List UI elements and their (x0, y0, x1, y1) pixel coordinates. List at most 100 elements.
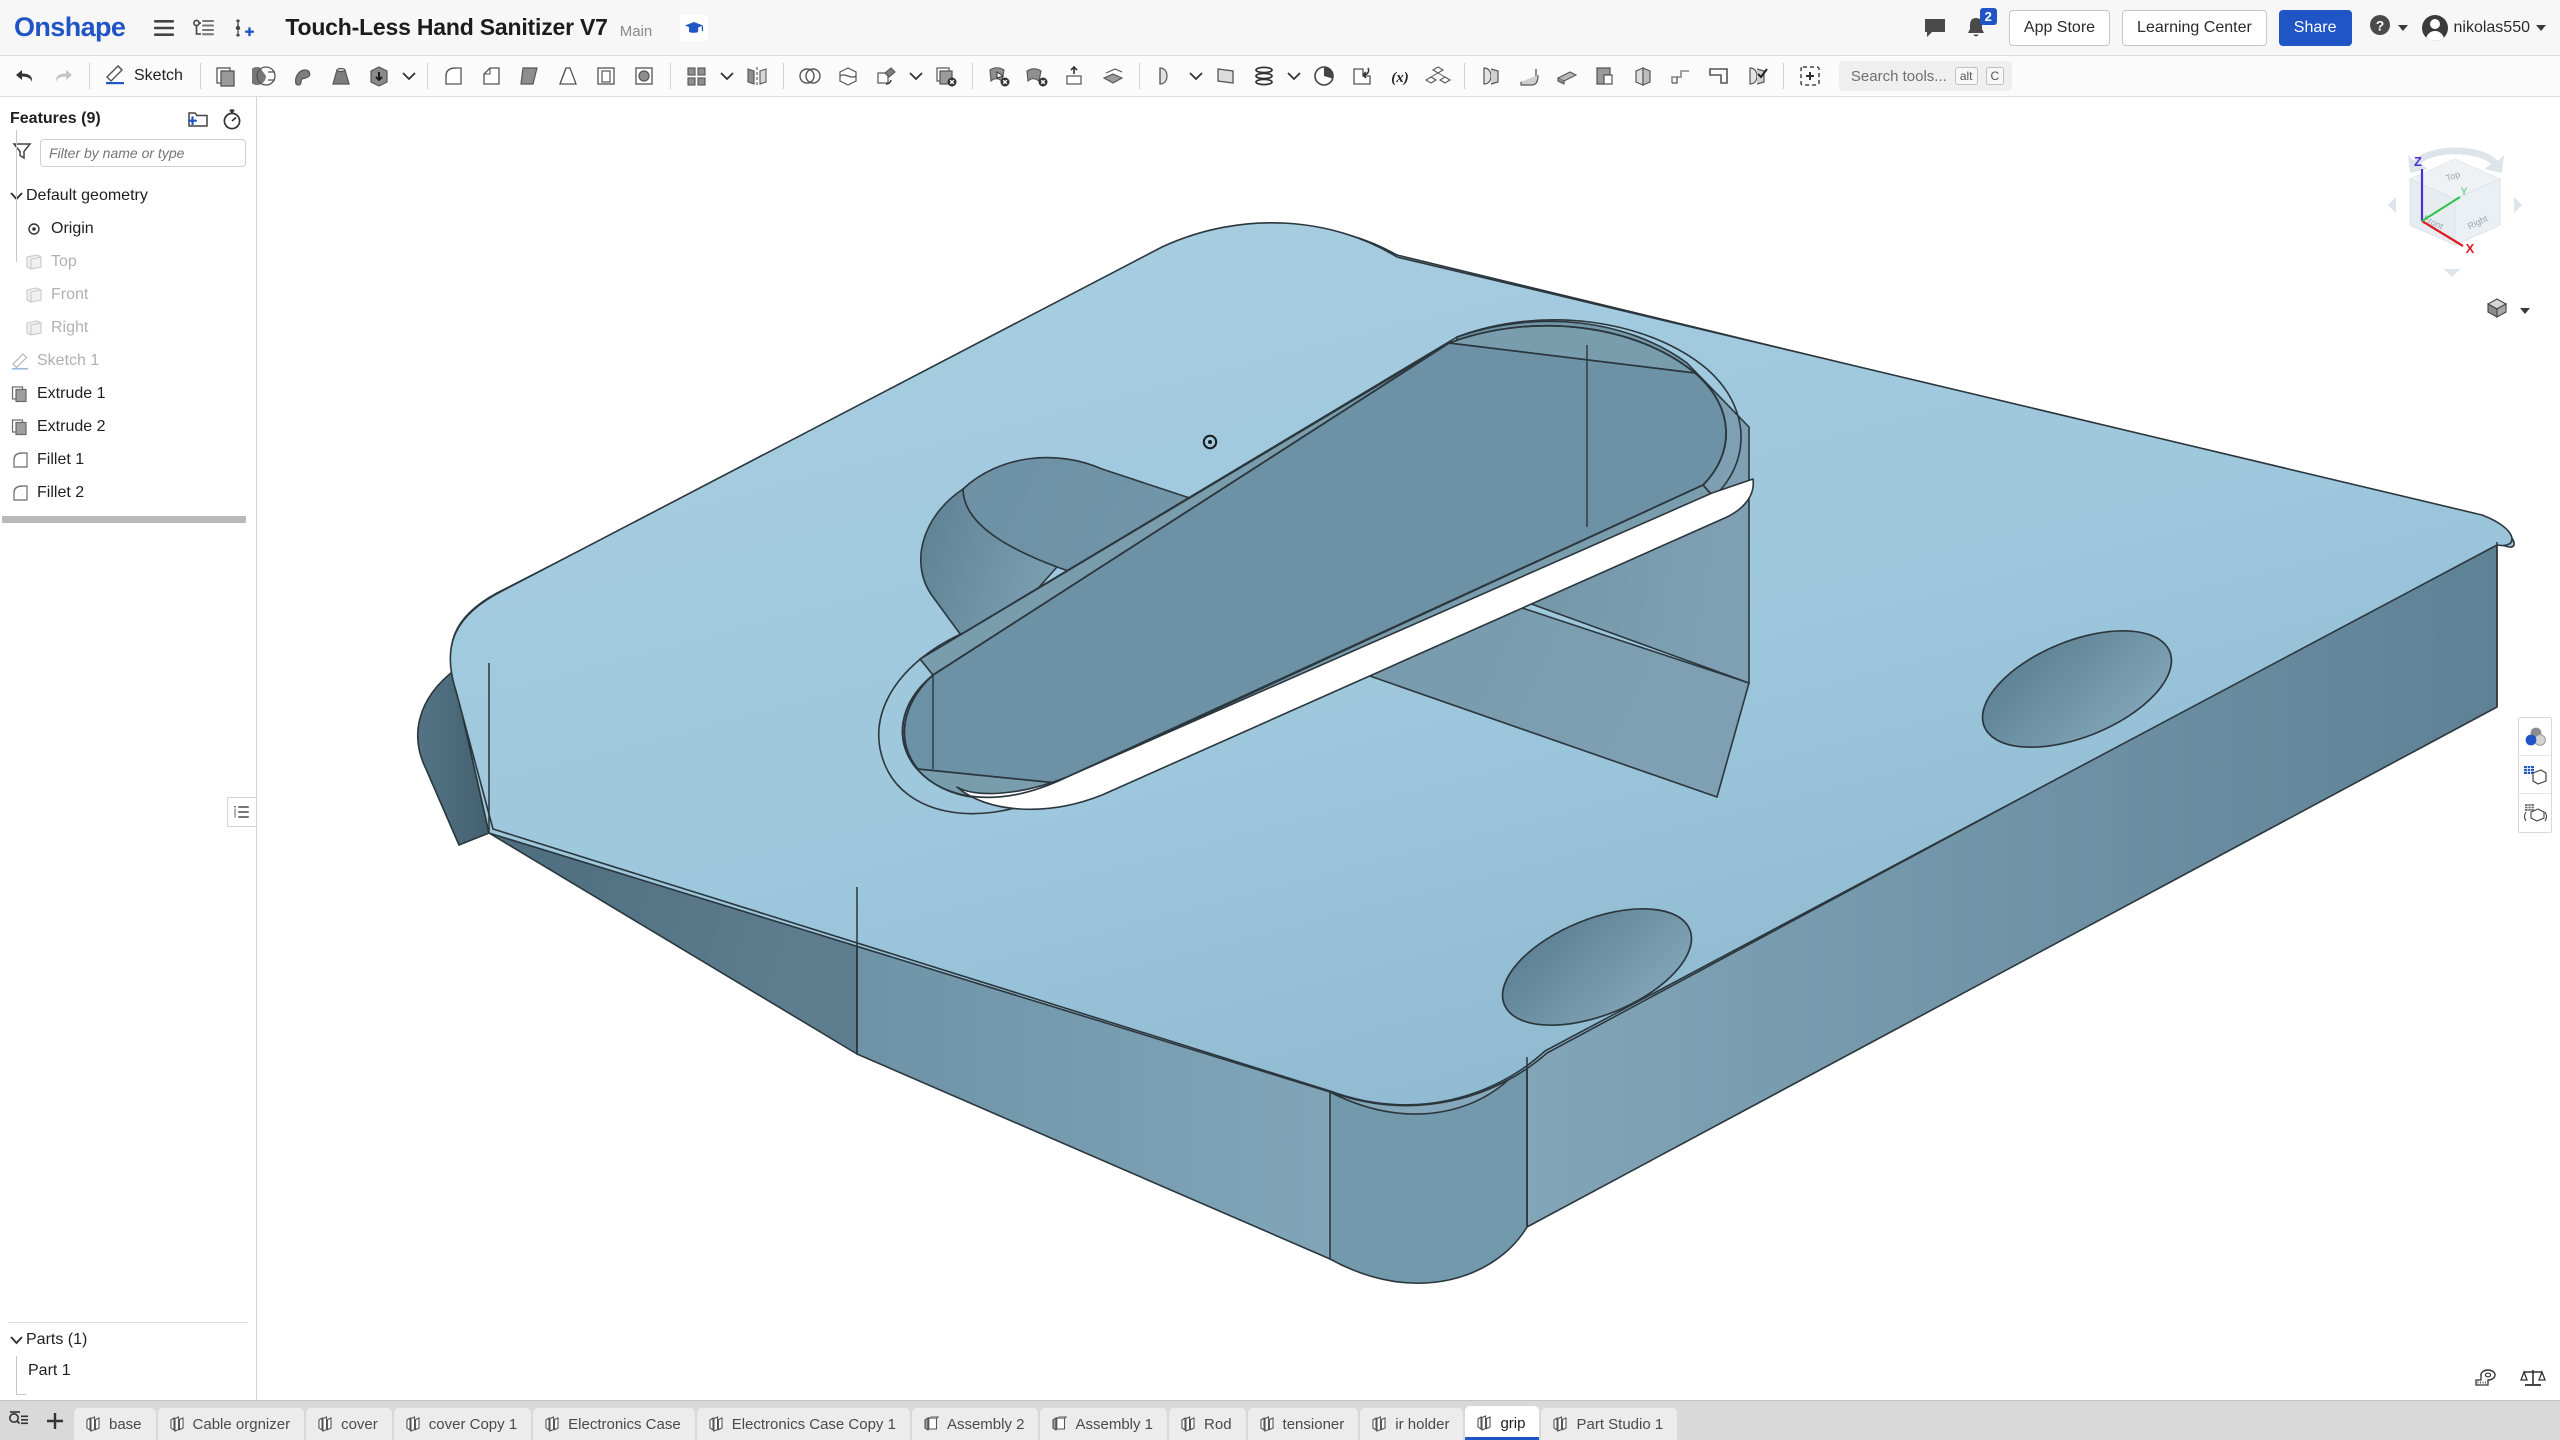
hamburger-menu-icon[interactable] (147, 11, 181, 45)
document-tab[interactable]: Part Studio 1 (1541, 1408, 1677, 1440)
feature-node-origin[interactable]: Origin (0, 212, 256, 245)
chamfer-icon[interactable] (473, 58, 511, 94)
chevron-down-icon[interactable] (1185, 58, 1207, 94)
tab-icon[interactable] (1586, 58, 1624, 94)
thicken-icon[interactable] (360, 58, 398, 94)
appearance-spheres-icon[interactable] (2519, 718, 2551, 756)
fold-icon[interactable] (1624, 58, 1662, 94)
pie-chart-icon[interactable] (1305, 58, 1343, 94)
document-tab[interactable]: cover (306, 1408, 392, 1440)
loft-icon[interactable] (322, 58, 360, 94)
app-store-button[interactable]: App Store (2009, 10, 2110, 46)
rollback-timer-icon[interactable] (220, 107, 244, 131)
transform-icon[interactable] (867, 58, 905, 94)
undo-arrow-icon[interactable] (6, 58, 44, 94)
panel-list-toggle-icon[interactable] (227, 797, 257, 827)
document-tab[interactable]: ir holder (1360, 1408, 1463, 1440)
variable-icon[interactable]: (x) (1381, 58, 1419, 94)
shell-icon[interactable] (587, 58, 625, 94)
explode-view-icon[interactable] (2519, 794, 2551, 832)
feature-node-right[interactable]: Right (0, 311, 256, 344)
document-tab[interactable]: Electronics Case (533, 1408, 695, 1440)
learning-center-button[interactable]: Learning Center (2122, 10, 2267, 46)
import-derived-icon[interactable] (1343, 58, 1381, 94)
document-tab[interactable]: Assembly 2 (912, 1408, 1039, 1440)
feature-filter-input[interactable] (40, 139, 246, 167)
hem-icon[interactable] (1548, 58, 1586, 94)
search-tools-input[interactable]: Search tools... alt C (1839, 61, 2012, 91)
delete-face-icon[interactable] (980, 58, 1018, 94)
part-item[interactable]: Part 1 (0, 1356, 256, 1386)
feature-group-default-geometry[interactable]: Default geometry (0, 179, 256, 212)
document-tab-active[interactable]: grip (1465, 1406, 1539, 1440)
document-tab[interactable]: tensioner (1248, 1408, 1359, 1440)
feature-node-front[interactable]: Front (0, 278, 256, 311)
assembly-cube-icon[interactable] (1419, 58, 1457, 94)
display-mode-selector[interactable] (2485, 297, 2530, 324)
draft-icon[interactable] (549, 58, 587, 94)
bend-icon[interactable] (1510, 58, 1548, 94)
sweep-icon[interactable] (284, 58, 322, 94)
plane-icon[interactable] (1207, 58, 1245, 94)
version-graph-icon[interactable] (187, 11, 221, 45)
mass-properties-scale-icon[interactable] (2520, 1367, 2546, 1394)
helix-icon[interactable] (1245, 58, 1283, 94)
document-tab[interactable]: cover Copy 1 (394, 1408, 531, 1440)
search-tabs-icon[interactable] (2, 1402, 36, 1440)
fillet-icon[interactable] (435, 58, 473, 94)
document-tab[interactable]: Assembly 1 (1040, 1408, 1167, 1440)
corner-icon[interactable] (1700, 58, 1738, 94)
document-tab[interactable]: Electronics Case Copy 1 (697, 1408, 910, 1440)
add-custom-tool-icon[interactable] (1791, 58, 1829, 94)
revolve-icon[interactable] (246, 58, 284, 94)
mirror-icon[interactable] (738, 58, 776, 94)
sketch-button[interactable]: Sketch (97, 58, 193, 94)
section-view-icon[interactable] (2519, 756, 2551, 794)
feature-node-fillet-1[interactable]: Fillet 1 (0, 443, 256, 476)
replace-face-icon[interactable] (1056, 58, 1094, 94)
3d-viewport[interactable]: Top Front Right Z X Y (257, 97, 2560, 1400)
document-title[interactable]: Touch-Less Hand Sanitizer V7 (285, 14, 607, 41)
view-cube[interactable]: Top Front Right Z X Y (2380, 133, 2530, 283)
sheet-metal-icon[interactable] (1147, 58, 1185, 94)
new-folder-icon[interactable] (186, 107, 210, 131)
split-icon[interactable] (829, 58, 867, 94)
enclose-icon[interactable] (1094, 58, 1132, 94)
document-tab[interactable]: Cable orgnizer (158, 1408, 305, 1440)
delete-part-icon[interactable] (927, 58, 965, 94)
flange-icon[interactable] (1472, 58, 1510, 94)
feature-node-fillet-2[interactable]: Fillet 2 (0, 476, 256, 509)
chevron-down-icon[interactable] (905, 58, 927, 94)
document-tab[interactable]: base (74, 1408, 156, 1440)
rib-icon[interactable] (511, 58, 549, 94)
filter-funnel-icon[interactable] (12, 141, 32, 166)
onshape-logo[interactable]: Onshape (14, 12, 125, 43)
graduation-cap-icon[interactable] (680, 15, 708, 41)
user-menu[interactable]: nikolas550 (2422, 15, 2547, 41)
parts-group-header[interactable]: Parts (1) (0, 1323, 256, 1356)
redo-arrow-icon[interactable] (44, 58, 82, 94)
comment-icon[interactable] (1915, 10, 1955, 46)
measure-tape-icon[interactable] (2472, 1367, 2498, 1394)
feature-node-extrude-1[interactable]: Extrude 1 (0, 377, 256, 410)
chevron-down-icon[interactable] (716, 58, 738, 94)
chevron-down-icon[interactable] (1283, 58, 1305, 94)
feature-node-top[interactable]: Top (0, 245, 256, 278)
share-button[interactable]: Share (2279, 10, 2352, 46)
pattern-icon[interactable] (678, 58, 716, 94)
rollback-bar[interactable] (2, 516, 246, 523)
notification-bell-icon[interactable]: 2 (1955, 10, 1997, 46)
add-version-icon[interactable] (227, 11, 261, 45)
boolean-icon[interactable] (791, 58, 829, 94)
chevron-down-icon[interactable] (398, 58, 420, 94)
feature-node-extrude-2[interactable]: Extrude 2 (0, 410, 256, 443)
sheet-check-icon[interactable] (1738, 58, 1776, 94)
plus-icon[interactable] (38, 1402, 72, 1440)
jog-icon[interactable] (1662, 58, 1700, 94)
hole-icon[interactable] (625, 58, 663, 94)
document-tab[interactable]: Rod (1169, 1408, 1246, 1440)
help-menu[interactable]: ? (2368, 13, 2408, 42)
move-face-icon[interactable] (1018, 58, 1056, 94)
feature-node-sketch-1[interactable]: Sketch 1 (0, 344, 256, 377)
extrude-icon[interactable] (208, 58, 246, 94)
